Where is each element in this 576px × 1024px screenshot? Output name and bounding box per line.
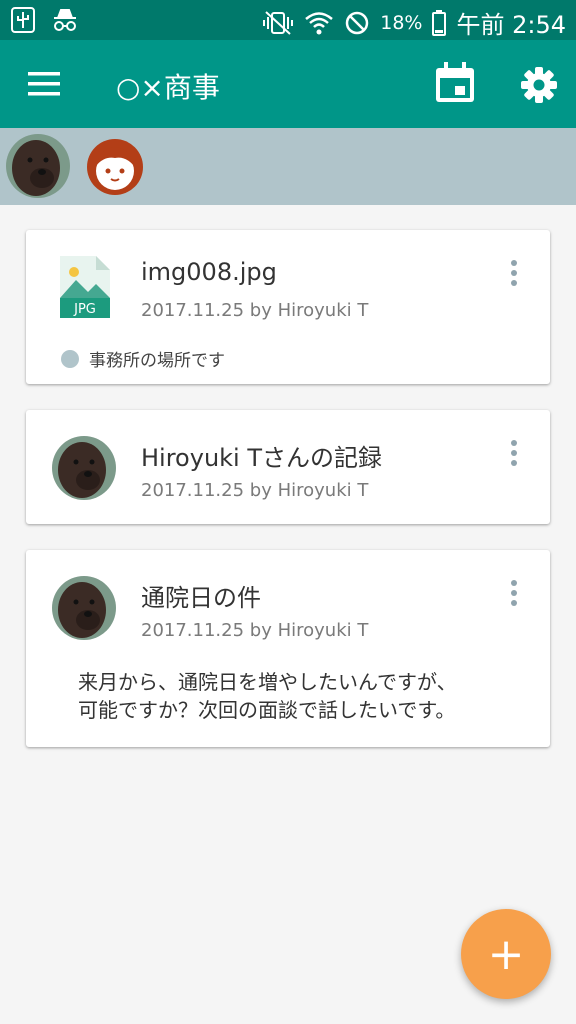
battery-percent: 18% bbox=[380, 11, 423, 34]
svg-text:JPG: JPG bbox=[73, 302, 96, 317]
plus-icon: + bbox=[487, 928, 525, 980]
app-bar: ○×商事 bbox=[0, 40, 576, 128]
block-icon bbox=[345, 11, 369, 34]
timeline-card-record[interactable]: Hiroyuki Tさんの記録 2017.11.25 by Hiroyuki T bbox=[26, 410, 550, 524]
more-vert-icon bbox=[511, 580, 517, 586]
card-meta: 2017.11.25 by Hiroyuki T bbox=[141, 300, 369, 321]
battery-icon bbox=[432, 9, 447, 36]
person-face-avatar bbox=[87, 139, 143, 195]
member-strip bbox=[0, 128, 576, 205]
settings-button[interactable] bbox=[516, 62, 562, 108]
file-thumbnail: JPG bbox=[58, 254, 112, 320]
card-avatar bbox=[52, 436, 116, 500]
add-post-button[interactable]: + bbox=[461, 909, 551, 999]
wifi-icon bbox=[305, 11, 334, 34]
status-bar: 18% 午前 2:54 bbox=[0, 0, 576, 40]
jpg-file-icon: JPG bbox=[60, 256, 110, 318]
calendar-icon bbox=[436, 62, 474, 102]
menu-button[interactable] bbox=[24, 66, 64, 102]
timeline-card-file[interactable]: JPG img008.jpg 2017.11.25 by Hiroyuki T … bbox=[26, 230, 550, 384]
more-options-button[interactable] bbox=[508, 260, 520, 292]
member-avatar-dog[interactable] bbox=[6, 134, 70, 198]
more-options-button[interactable] bbox=[508, 440, 520, 472]
card-avatar bbox=[52, 576, 116, 640]
incognito-icon bbox=[54, 9, 76, 31]
card-meta: 2017.11.25 by Hiroyuki T bbox=[141, 480, 369, 501]
card-tag: 事務所の場所です bbox=[61, 346, 225, 371]
member-avatar-person[interactable] bbox=[86, 138, 144, 196]
timeline-card-message[interactable]: 通院日の件 2017.11.25 by Hiroyuki T 来月から、通院日を… bbox=[26, 550, 550, 747]
tag-dot-icon bbox=[61, 349, 79, 368]
clock: 午前 2:54 bbox=[456, 11, 566, 39]
card-title[interactable]: Hiroyuki Tさんの記録 bbox=[141, 438, 382, 473]
more-vert-icon bbox=[511, 440, 517, 446]
card-message-body: 来月から、通院日を増やしたいんですが、 可能ですか？次回の面談で話したいです。 bbox=[78, 670, 457, 722]
dog-photo-avatar bbox=[6, 134, 70, 198]
app-title: ○×商事 bbox=[116, 71, 220, 104]
calendar-button[interactable] bbox=[432, 60, 478, 106]
dog-photo-avatar bbox=[52, 576, 116, 640]
more-vert-icon bbox=[511, 260, 517, 266]
card-meta: 2017.11.25 by Hiroyuki T bbox=[141, 620, 369, 641]
usb-icon bbox=[11, 7, 35, 33]
card-title[interactable]: img008.jpg bbox=[141, 258, 277, 286]
card-tag-label: 事務所の場所です bbox=[89, 351, 225, 371]
dog-photo-avatar bbox=[52, 436, 116, 500]
more-options-button[interactable] bbox=[508, 580, 520, 612]
settings-icon bbox=[521, 67, 557, 103]
card-title[interactable]: 通院日の件 bbox=[141, 578, 261, 613]
menu-icon bbox=[28, 72, 60, 96]
vibrate-icon bbox=[263, 10, 294, 35]
